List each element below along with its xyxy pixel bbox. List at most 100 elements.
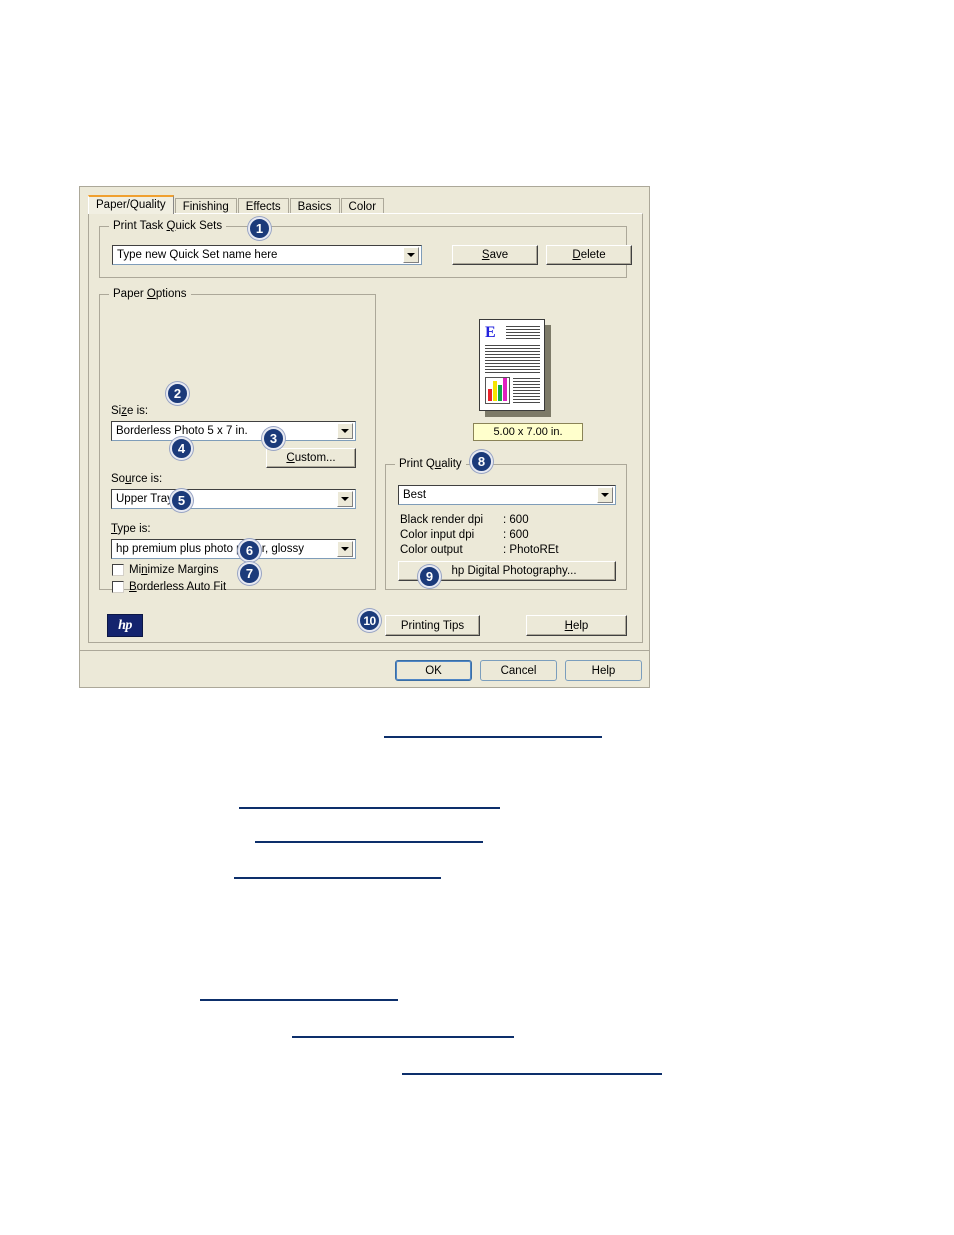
callout-number: 1 — [255, 221, 264, 236]
help-button-footer[interactable]: Help — [565, 660, 642, 681]
callout-badge-5: 5 — [170, 489, 193, 512]
preview-size-badge: 5.00 x 7.00 in. — [473, 423, 583, 441]
callout-number: 9 — [425, 569, 434, 584]
page-link-5-label — [200, 999, 201, 1000]
callout-badge-7: 7 — [238, 562, 261, 585]
tab-label: Finishing — [182, 201, 229, 213]
source-is-combo[interactable]: Upper Tray — [111, 489, 356, 509]
page-link-7-label — [402, 1073, 403, 1074]
hp-digital-photography-label: hp Digital Photography... — [451, 565, 577, 577]
page-link-3-label — [255, 841, 256, 842]
tab-label: Effects — [245, 201, 281, 213]
help-button-tips-label: Help — [564, 619, 589, 632]
minimize-margins-checkbox[interactable] — [112, 564, 124, 576]
size-is-combo[interactable]: Borderless Photo 5 x 7 in. — [111, 421, 356, 441]
cancel-button[interactable]: Cancel — [480, 660, 557, 681]
printing-tips-label: Printing Tips — [400, 619, 465, 632]
tab-paper-quality[interactable]: Paper/Quality — [88, 195, 174, 214]
tab-label: Color — [348, 201, 377, 213]
tab-page-paper-quality: Print Task Quick Sets Type new Quick Set… — [88, 213, 643, 643]
callout-number: 2 — [173, 386, 182, 401]
ok-button-label: OK — [425, 664, 442, 677]
chevron-down-icon[interactable] — [403, 247, 419, 263]
page-link-3[interactable] — [255, 841, 483, 843]
chevron-down-icon[interactable] — [337, 491, 353, 507]
save-button-label: Save — [481, 249, 509, 261]
print-quality-value: Best — [403, 489, 427, 501]
preview-paper: E — [479, 319, 545, 411]
callout-number: 7 — [245, 566, 254, 581]
footer-divider — [80, 650, 649, 651]
callout-badge-2: 2 — [166, 382, 189, 405]
callout-number: 10 — [363, 613, 376, 628]
size-is-label: Size is: — [111, 405, 149, 417]
tab-strip: Paper/Quality Finishing Effects Basics C… — [88, 195, 385, 215]
hp-logo-text: hp — [118, 617, 132, 633]
page-link-4[interactable] — [234, 877, 441, 879]
page-link-6[interactable] — [292, 1036, 514, 1038]
ok-button[interactable]: OK — [395, 660, 472, 681]
printing-tips-button[interactable]: Printing Tips — [385, 615, 480, 636]
black-render-dpi-value: : 600 — [503, 514, 529, 526]
type-is-combo[interactable]: hp premium plus photo paper, glossy — [111, 539, 356, 559]
color-output-label: Color output — [400, 544, 463, 556]
callout-badge-4: 4 — [170, 437, 193, 460]
page-link-1-label — [384, 736, 385, 737]
val: PhotoREt — [509, 544, 559, 556]
group-title-quick-sets: Print Task Quick Sets — [109, 220, 227, 232]
minimize-margins-checkbox-row[interactable]: Minimize Margins — [112, 564, 218, 576]
callout-badge-6: 6 — [238, 539, 261, 562]
sep: : — [503, 529, 507, 541]
chevron-down-icon[interactable] — [597, 487, 613, 503]
callout-badge-9: 9 — [418, 565, 441, 588]
callout-number: 5 — [177, 493, 186, 508]
callout-badge-8: 8 — [470, 450, 493, 473]
cancel-button-label: Cancel — [500, 664, 537, 677]
borderless-auto-fit-checkbox-row[interactable]: Borderless Auto Fit — [112, 581, 226, 593]
callout-badge-3: 3 — [262, 427, 285, 450]
custom-button[interactable]: Custom... — [266, 448, 356, 468]
type-is-value: hp premium plus photo paper, glossy — [116, 543, 304, 555]
page-link-6-label — [292, 1036, 293, 1037]
group-print-task-quick-sets: Print Task Quick Sets Type new Quick Set… — [99, 220, 632, 278]
callout-badge-1: 1 — [248, 217, 271, 240]
sep: : — [503, 544, 507, 556]
delete-button[interactable]: Delete — [546, 245, 632, 265]
val: 600 — [509, 514, 529, 526]
callout-badge-10: 10 — [358, 609, 381, 632]
page-link-5[interactable] — [200, 999, 398, 1001]
color-input-dpi-value: : 600 — [503, 529, 529, 541]
preview-bar-chart-icon — [485, 377, 510, 404]
delete-button-label: Delete — [572, 249, 606, 261]
val: 600 — [509, 529, 529, 541]
source-is-value: Upper Tray — [116, 493, 173, 505]
quick-sets-value: Type new Quick Set name here — [117, 249, 278, 261]
preview-letter-e: E — [485, 324, 496, 341]
page-preview: E 5.00 x 7.00 in. — [473, 319, 599, 459]
help-button-footer-label: Help — [591, 664, 616, 677]
borderless-auto-fit-checkbox[interactable] — [112, 581, 124, 593]
help-button-tips-row[interactable]: Help — [526, 615, 627, 636]
page-link-2[interactable] — [239, 807, 500, 809]
page-link-4-label — [234, 877, 235, 878]
color-input-dpi-label: Color input dpi — [400, 529, 475, 541]
save-button[interactable]: Save — [452, 245, 538, 265]
hp-logo-icon: hp — [107, 614, 143, 637]
callout-number: 4 — [177, 441, 186, 456]
callout-number: 6 — [245, 543, 254, 558]
type-is-label: Type is: — [111, 523, 151, 535]
quick-sets-combo[interactable]: Type new Quick Set name here — [112, 245, 422, 265]
tab-label: Paper/Quality — [96, 199, 166, 211]
page-link-7[interactable] — [402, 1073, 662, 1075]
chevron-down-icon[interactable] — [337, 541, 353, 557]
chevron-down-icon[interactable] — [337, 423, 353, 439]
sep: : — [503, 514, 507, 526]
page-link-1[interactable] — [384, 736, 602, 738]
color-output-value: : PhotoREt — [503, 544, 559, 556]
tab-label: Basics — [297, 201, 332, 213]
group-title-paper-options: Paper Options — [109, 288, 191, 300]
callout-number: 3 — [269, 431, 278, 446]
print-quality-combo[interactable]: Best — [398, 485, 616, 505]
source-is-label: Source is: — [111, 473, 163, 485]
group-paper-options: Paper Options Size is: Borderless Photo … — [99, 288, 376, 593]
